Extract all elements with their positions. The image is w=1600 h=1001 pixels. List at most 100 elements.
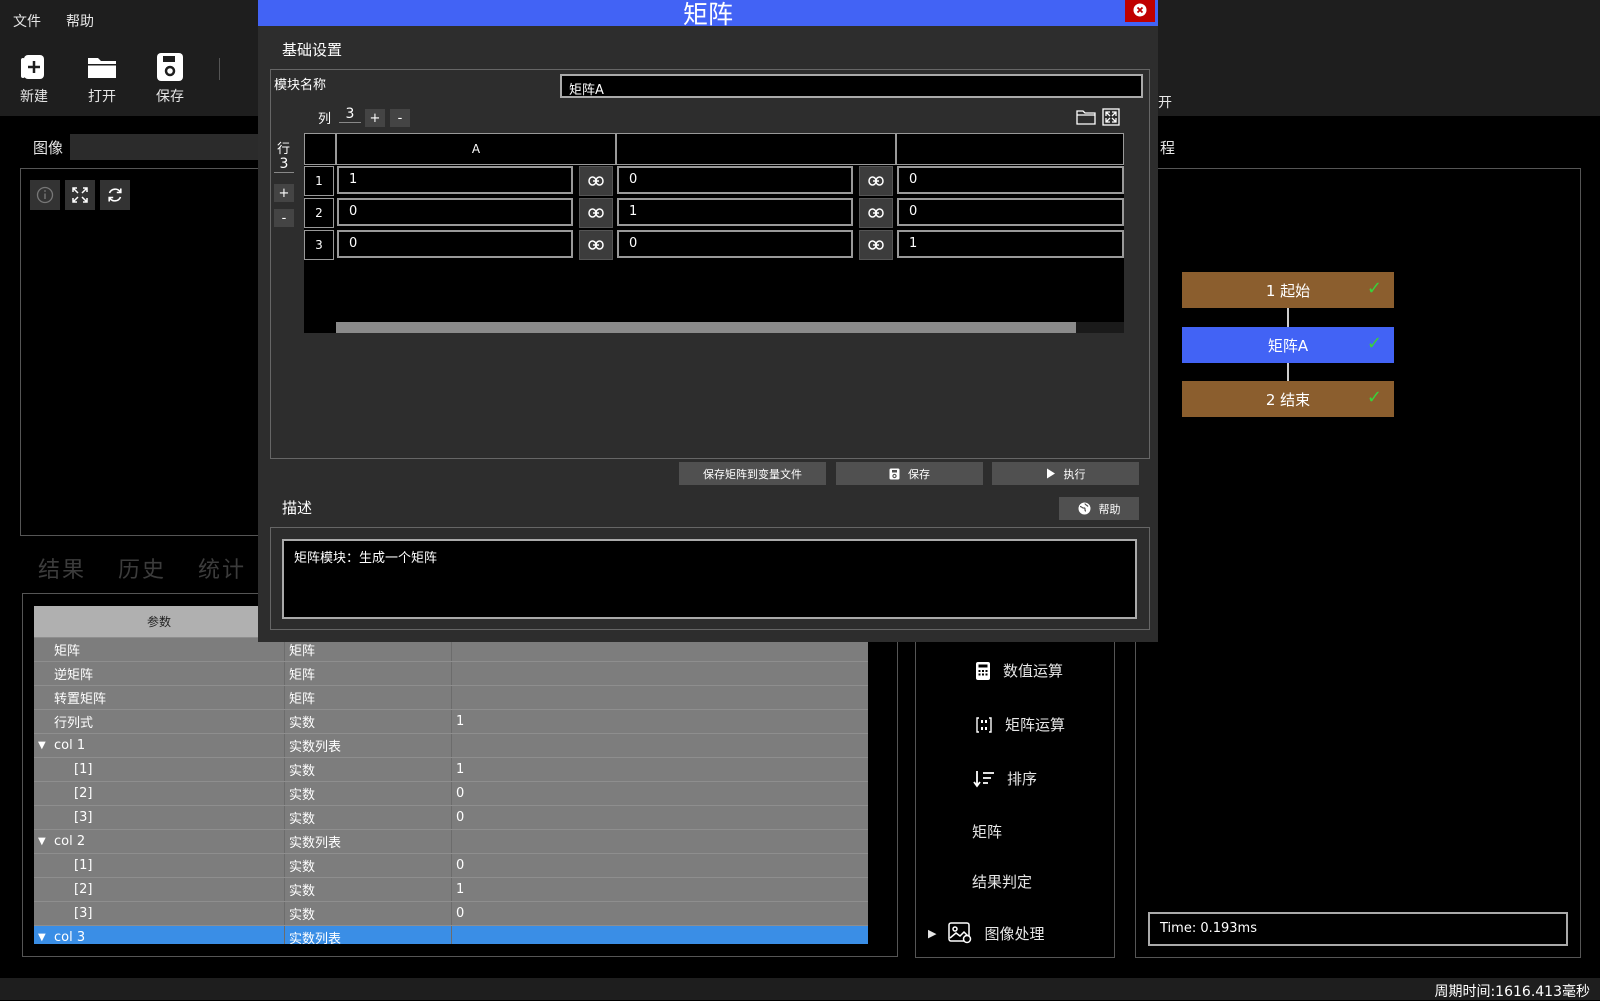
save-button[interactable]: 保存 (836, 462, 983, 485)
row-name: col 3 (54, 930, 86, 944)
check-icon: ✓ (1366, 278, 1382, 299)
save-label: 保存 (156, 89, 184, 105)
table-row[interactable]: 逆矩阵 矩阵 (34, 662, 868, 686)
row-header: 2 (304, 198, 334, 228)
column-header[interactable]: A (336, 133, 616, 165)
matrix-icon (976, 716, 992, 733)
open-folder-button[interactable] (1076, 108, 1096, 126)
grid-corner (304, 133, 336, 165)
image-select[interactable] (70, 134, 260, 160)
tool-sort[interactable]: 排序 (973, 768, 1037, 789)
row-name: [3] (74, 906, 93, 921)
image-view[interactable] (20, 168, 260, 536)
matrix-cell[interactable]: 1 (617, 198, 853, 226)
link-icon (588, 240, 604, 250)
table-row[interactable]: [1] 实数 1 (34, 758, 868, 782)
row-value (451, 830, 868, 853)
flow-node-start[interactable]: 1 起始 ✓ (1182, 272, 1394, 308)
menu-help[interactable]: 帮助 (66, 11, 94, 31)
row-type: 实数 (284, 902, 451, 925)
expand-triangle-icon[interactable]: ▼ (38, 836, 46, 847)
description-text[interactable]: 矩阵模块：生成一个矩阵 (282, 539, 1137, 619)
new-file-icon (6, 48, 62, 86)
tool-matrix-op[interactable]: 矩阵运算 (975, 714, 1065, 735)
refresh-button[interactable] (100, 180, 130, 210)
table-row[interactable]: ▼ col 2 实数列表 (34, 830, 868, 854)
flow-label: 程 (1160, 139, 1176, 157)
add-row-button[interactable]: + (274, 184, 294, 202)
menu-file[interactable]: 文件 (13, 11, 41, 31)
help-button-label: 帮助 (1098, 502, 1121, 516)
matrix-cell[interactable]: 0 (617, 166, 853, 194)
flow-node-matrix[interactable]: 矩阵A ✓ (1182, 327, 1394, 363)
link-button[interactable] (579, 230, 613, 260)
row-name: col 2 (54, 834, 86, 849)
info-button[interactable] (30, 180, 60, 210)
tool-image-proc[interactable]: ▶ 图像处理 (928, 922, 1044, 944)
close-button[interactable] (1125, 0, 1155, 22)
matrix-cell[interactable]: 0 (897, 166, 1124, 194)
row-count[interactable]: 3 (274, 156, 294, 173)
save-icon (142, 48, 198, 86)
expand-triangle-icon[interactable]: ▼ (38, 932, 46, 943)
module-name-input[interactable]: 矩阵A (560, 74, 1143, 98)
row-value: 1 (451, 878, 868, 901)
row-name: col 1 (54, 738, 86, 753)
run-button[interactable]: 执行 (992, 462, 1139, 485)
table-row[interactable]: [3] 实数 0 (34, 806, 868, 830)
table-row[interactable]: [2] 实数 1 (34, 878, 868, 902)
save-to-variable-file-button[interactable]: 保存矩阵到变量文件 (679, 462, 826, 485)
new-label: 新建 (20, 89, 48, 105)
new-button[interactable]: 新建 (6, 48, 62, 106)
tab-result[interactable]: 结果 (38, 552, 86, 584)
matrix-cell[interactable]: 0 (897, 198, 1124, 226)
add-column-button[interactable]: + (365, 109, 385, 127)
table-row-selected[interactable]: ▼ col 3 实数列表 (34, 926, 868, 944)
row-name: 行列式 (54, 716, 94, 731)
row-type: 实数列表 (284, 830, 451, 853)
link-button[interactable] (859, 166, 893, 196)
tool-numeric[interactable]: 数值运算 (975, 660, 1063, 681)
column-count[interactable]: 3 (339, 106, 361, 123)
fit-button[interactable] (65, 180, 95, 210)
row-value: 0 (451, 782, 868, 805)
row-name: [2] (74, 786, 93, 801)
table-row[interactable]: [2] 实数 0 (34, 782, 868, 806)
flow-connector (1287, 363, 1289, 382)
tool-matrix[interactable]: 矩阵 (972, 821, 1002, 842)
link-button[interactable] (579, 198, 613, 228)
matrix-cell[interactable]: 0 (337, 230, 573, 258)
open-button[interactable]: 打开 (74, 48, 130, 106)
table-row[interactable]: ▼ col 1 实数列表 (34, 734, 868, 758)
remove-row-button[interactable]: - (274, 209, 294, 227)
fullscreen-button[interactable] (1102, 108, 1120, 126)
column-header[interactable] (616, 133, 896, 165)
expand-icon (1102, 108, 1120, 126)
flow-node-end[interactable]: 2 结束 ✓ (1182, 381, 1394, 417)
column-header[interactable] (896, 133, 1124, 165)
table-row[interactable]: 转置矩阵 矩阵 (34, 686, 868, 710)
link-button[interactable] (859, 198, 893, 228)
expand-triangle-icon[interactable]: ▼ (38, 740, 46, 751)
tool-matrix-label: 矩阵 (972, 823, 1003, 841)
matrix-cell[interactable]: 1 (897, 230, 1124, 258)
table-row[interactable]: [3] 实数 0 (34, 902, 868, 926)
link-button[interactable] (859, 230, 893, 260)
table-row[interactable]: 行列式 实数 1 (34, 710, 868, 734)
tab-history[interactable]: 历史 (118, 552, 166, 584)
remove-column-button[interactable]: - (390, 109, 410, 127)
help-button[interactable]: 帮助 (1059, 497, 1139, 520)
grid-scrollbar-thumb[interactable] (336, 322, 1076, 333)
table-row[interactable]: [1] 实数 0 (34, 854, 868, 878)
tab-stats[interactable]: 统计 (198, 552, 246, 584)
save-toolbar-button[interactable]: 保存 (142, 48, 198, 106)
collapse-triangle-icon[interactable]: ▶ (928, 927, 936, 940)
link-icon (868, 176, 884, 186)
matrix-cell[interactable]: 0 (617, 230, 853, 258)
matrix-cell[interactable]: 0 (337, 198, 573, 226)
link-icon (588, 208, 604, 218)
row-value: 0 (451, 806, 868, 829)
link-button[interactable] (579, 166, 613, 196)
tool-judge[interactable]: 结果判定 (972, 871, 1032, 892)
matrix-cell[interactable]: 1 (337, 166, 573, 194)
